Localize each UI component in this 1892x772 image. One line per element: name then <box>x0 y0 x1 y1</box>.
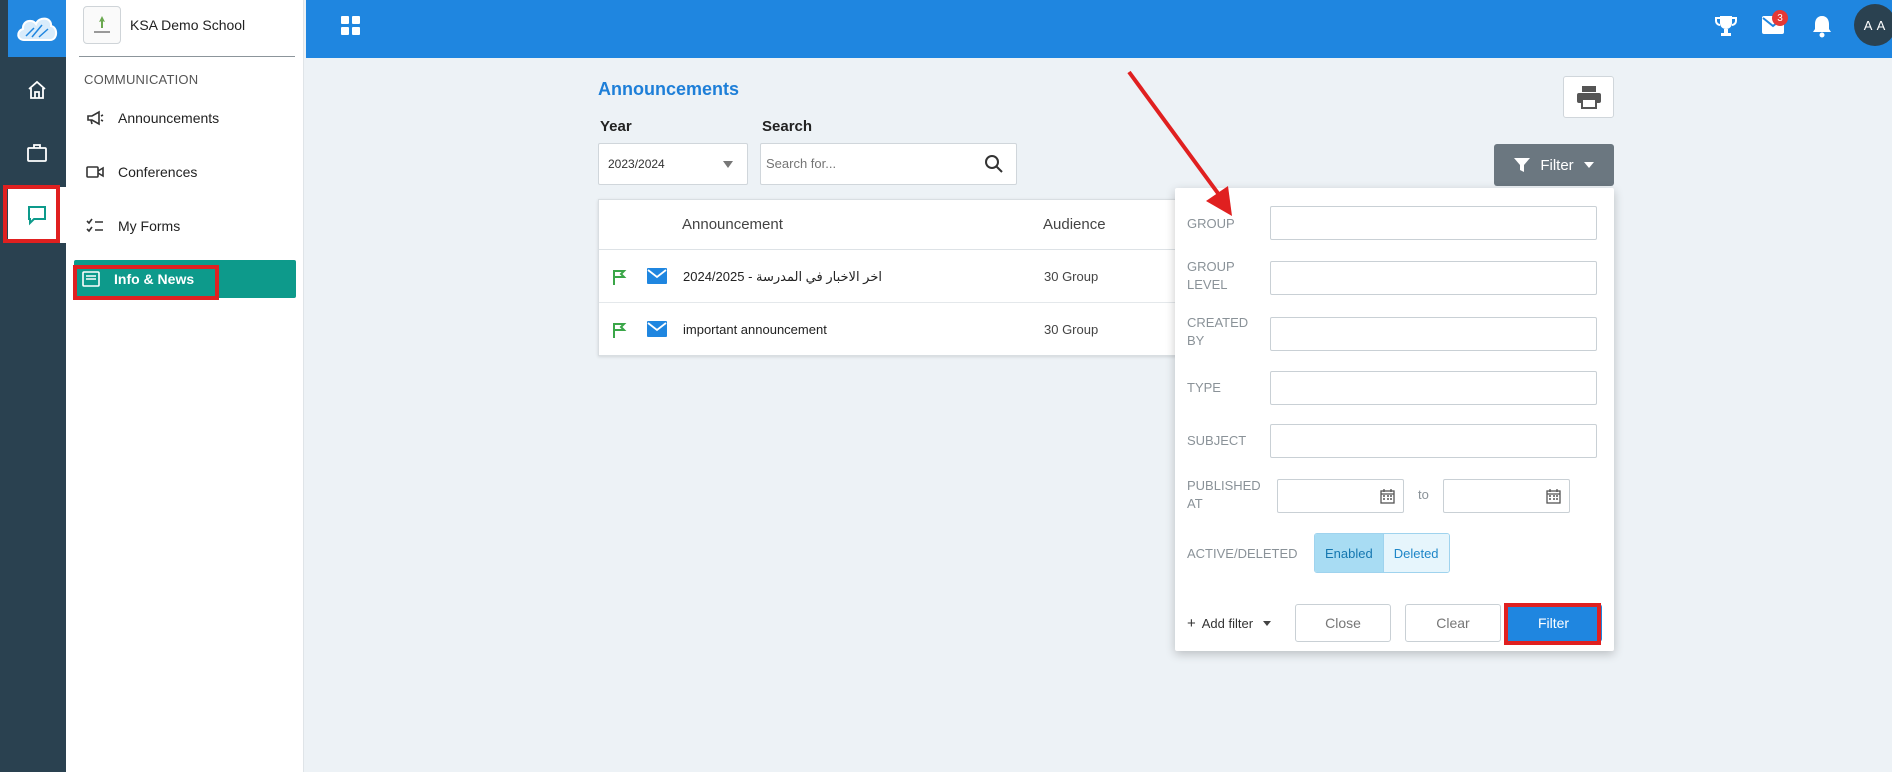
clear-button[interactable]: Clear <box>1405 604 1501 642</box>
school-logo-icon <box>83 6 121 44</box>
annotation-box-info-news <box>73 265 219 300</box>
section-title: COMMUNICATION <box>84 72 199 87</box>
nav-item-conferences[interactable]: Conferences <box>78 153 292 191</box>
divider <box>79 56 295 57</box>
search-icon[interactable] <box>984 154 1004 179</box>
announcement-audience: 30 Group <box>1044 269 1099 284</box>
page-title: Announcements <box>598 79 740 99</box>
published-at-label: PUBLISHED AT <box>1187 477 1261 513</box>
created-by-label-line: CREATED <box>1187 315 1249 330</box>
group-level-label-line: GROUP <box>1187 259 1235 274</box>
search-label: Search <box>762 118 813 135</box>
nav-label: My Forms <box>118 218 181 234</box>
nav-label: Announcements <box>118 110 220 126</box>
table-header: Announcement Audience <box>599 200 1221 250</box>
communication-panel: KSA Demo School COMMUNICATION Announceme… <box>66 0 304 772</box>
close-button[interactable]: Close <box>1295 604 1391 642</box>
envelope-icon <box>647 268 667 287</box>
caret-down-icon <box>1263 621 1272 626</box>
caret-down-icon <box>723 161 733 168</box>
announcement-audience: 30 Group <box>1044 322 1099 337</box>
published-from-field[interactable] <box>1277 479 1404 513</box>
megaphone-icon <box>84 110 106 126</box>
created-by-label: CREATED BY <box>1187 314 1248 350</box>
to-label: to <box>1418 487 1429 502</box>
announcement-title[interactable]: important announcement <box>683 322 827 337</box>
type-field[interactable] <box>1270 371 1597 405</box>
user-avatar[interactable]: A A <box>1854 4 1892 46</box>
group-label: GROUP <box>1187 216 1235 231</box>
top-bar <box>306 0 1892 58</box>
nav-item-my-forms[interactable]: My Forms <box>78 207 292 245</box>
year-label: Year <box>600 118 632 135</box>
funnel-icon <box>1514 157 1531 173</box>
flag-icon[interactable] <box>611 268 629 289</box>
column-header-audience[interactable]: Audience <box>1043 216 1106 233</box>
announcement-title[interactable]: اخر الاخبار في المدرسة - 2024/2025 <box>683 269 882 285</box>
annotation-box-chat <box>3 185 60 243</box>
nav-item-announcements[interactable]: Announcements <box>78 99 292 137</box>
filter-toggle-button[interactable]: Filter <box>1494 144 1614 186</box>
search-input[interactable] <box>761 144 961 182</box>
trophy-icon[interactable] <box>1715 14 1737 43</box>
search-box[interactable] <box>760 143 1017 185</box>
bell-icon[interactable] <box>1812 14 1832 43</box>
announcements-table: Announcement Audience اخر الاخبار في الم… <box>598 199 1222 356</box>
published-at-label-line: PUBLISHED <box>1187 478 1261 493</box>
table-row[interactable]: important announcement 30 Group <box>599 303 1221 356</box>
active-deleted-toggle: Enabled Deleted <box>1314 533 1450 573</box>
envelope-icon <box>647 321 667 340</box>
filter-panel: GROUP GROUP LEVEL CREATED BY TYPE SUBJEC… <box>1175 188 1614 651</box>
add-filter-label: Add filter <box>1201 616 1254 631</box>
filter-toggle-label: Filter <box>1540 156 1574 174</box>
add-filter-button[interactable]: + Add filter <box>1187 615 1272 632</box>
calendar-icon[interactable] <box>1546 489 1561 509</box>
annotation-box-filter <box>1504 603 1601 645</box>
group-level-label: GROUP LEVEL <box>1187 258 1235 294</box>
video-icon <box>84 165 106 179</box>
group-level-field[interactable] <box>1270 261 1597 295</box>
caret-down-icon <box>1583 162 1594 168</box>
calendar-icon[interactable] <box>1380 489 1395 509</box>
table-row[interactable]: اخر الاخبار في المدرسة - 2024/2025 30 Gr… <box>599 250 1221 303</box>
group-field[interactable] <box>1270 206 1597 240</box>
flag-icon[interactable] <box>611 321 629 342</box>
subject-field[interactable] <box>1270 424 1597 458</box>
messages-badge: 3 <box>1772 10 1788 26</box>
icon-rail <box>0 0 66 772</box>
nav-label: Conferences <box>118 164 198 180</box>
print-button[interactable] <box>1563 76 1614 118</box>
group-level-label-line: LEVEL <box>1187 277 1228 292</box>
home-icon[interactable] <box>8 62 66 118</box>
type-label: TYPE <box>1187 380 1221 395</box>
cloud-logo-icon[interactable] <box>8 0 66 57</box>
school-name: KSA Demo School <box>130 17 246 33</box>
school-header[interactable]: KSA Demo School <box>83 6 245 44</box>
plus-icon: + <box>1187 615 1196 632</box>
created-by-label-line: BY <box>1187 333 1205 348</box>
column-header-announcement[interactable]: Announcement <box>682 216 783 233</box>
published-at-label-line: AT <box>1187 496 1203 511</box>
year-select[interactable]: 2023/2024 <box>598 143 748 185</box>
deleted-option[interactable]: Deleted <box>1383 534 1449 572</box>
enabled-option[interactable]: Enabled <box>1315 534 1384 572</box>
active-deleted-label: ACTIVE/DELETED <box>1187 546 1298 561</box>
published-to-field[interactable] <box>1443 479 1570 513</box>
apps-grid-icon[interactable] <box>341 16 361 41</box>
year-value: 2023/2024 <box>608 157 665 171</box>
subject-label: SUBJECT <box>1187 433 1247 448</box>
briefcase-icon[interactable] <box>8 125 66 181</box>
checklist-icon <box>84 218 106 234</box>
created-by-field[interactable] <box>1270 317 1597 351</box>
